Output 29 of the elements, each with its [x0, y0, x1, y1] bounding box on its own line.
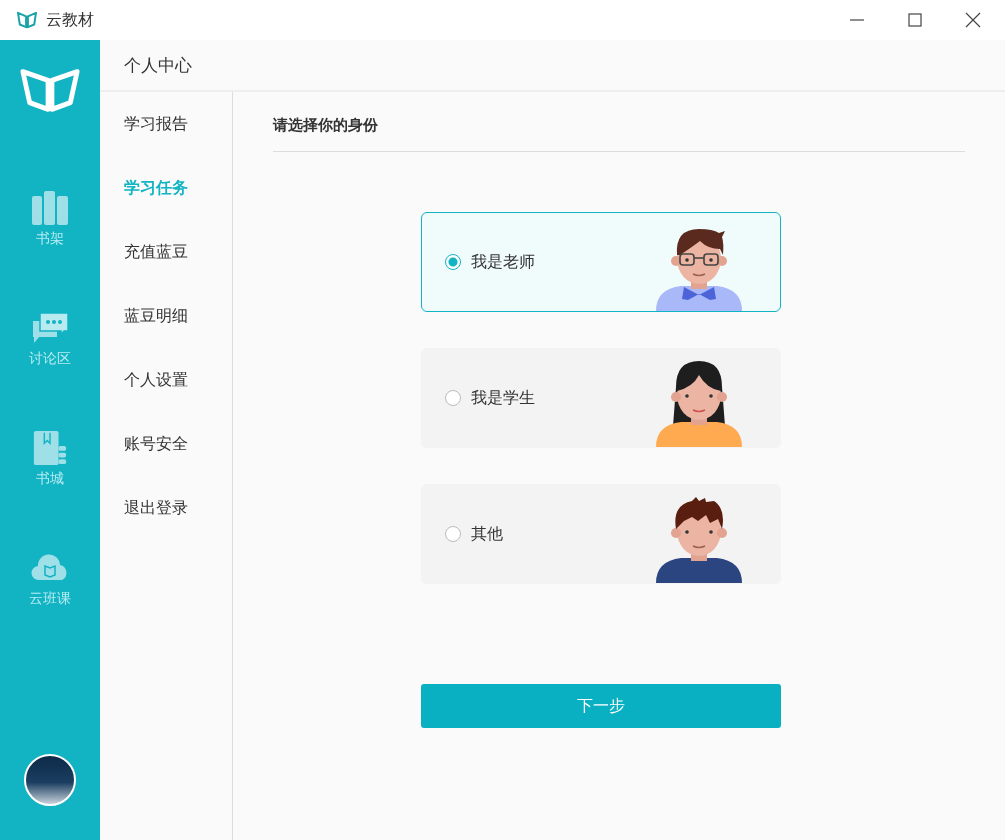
radio-button[interactable] [445, 254, 461, 270]
option-label: 我是学生 [471, 387, 535, 409]
menu-item[interactable]: 个人设置 [100, 368, 232, 392]
page-title: 个人中心 [124, 53, 192, 77]
identity-option-card[interactable]: 我是学生 [421, 348, 781, 448]
window-title: 云教材 [46, 9, 94, 31]
sidebar-label: 讨论区 [29, 350, 71, 368]
sidebar-label: 书架 [36, 230, 64, 248]
menu-item[interactable]: 蓝豆明细 [100, 304, 232, 328]
maximize-icon[interactable] [907, 12, 923, 28]
option-label: 其他 [471, 523, 503, 545]
option-label: 我是老师 [471, 251, 535, 273]
books-icon [31, 190, 69, 226]
menu-item[interactable]: 账号安全 [100, 432, 232, 456]
avatar-photo-placeholder[interactable] [24, 754, 76, 806]
identity-option-card[interactable]: 其他 [421, 484, 781, 584]
menu-item[interactable]: 学习报告 [100, 112, 232, 136]
radio-button[interactable] [445, 526, 461, 542]
identity-option-card[interactable]: 我是老师 [421, 212, 781, 312]
menu-item[interactable]: 退出登录 [100, 496, 232, 520]
book-logo-icon [20, 68, 80, 114]
book-logo-icon [16, 11, 38, 29]
book-icon [31, 430, 69, 466]
sidebar-label: 云班课 [29, 590, 71, 608]
section-heading: 请选择你的身份 [273, 116, 379, 135]
radio-button[interactable] [445, 390, 461, 406]
close-icon[interactable] [965, 12, 981, 28]
menu-item[interactable]: 充值蓝豆 [100, 240, 232, 264]
sidebar-label: 书城 [36, 470, 64, 488]
